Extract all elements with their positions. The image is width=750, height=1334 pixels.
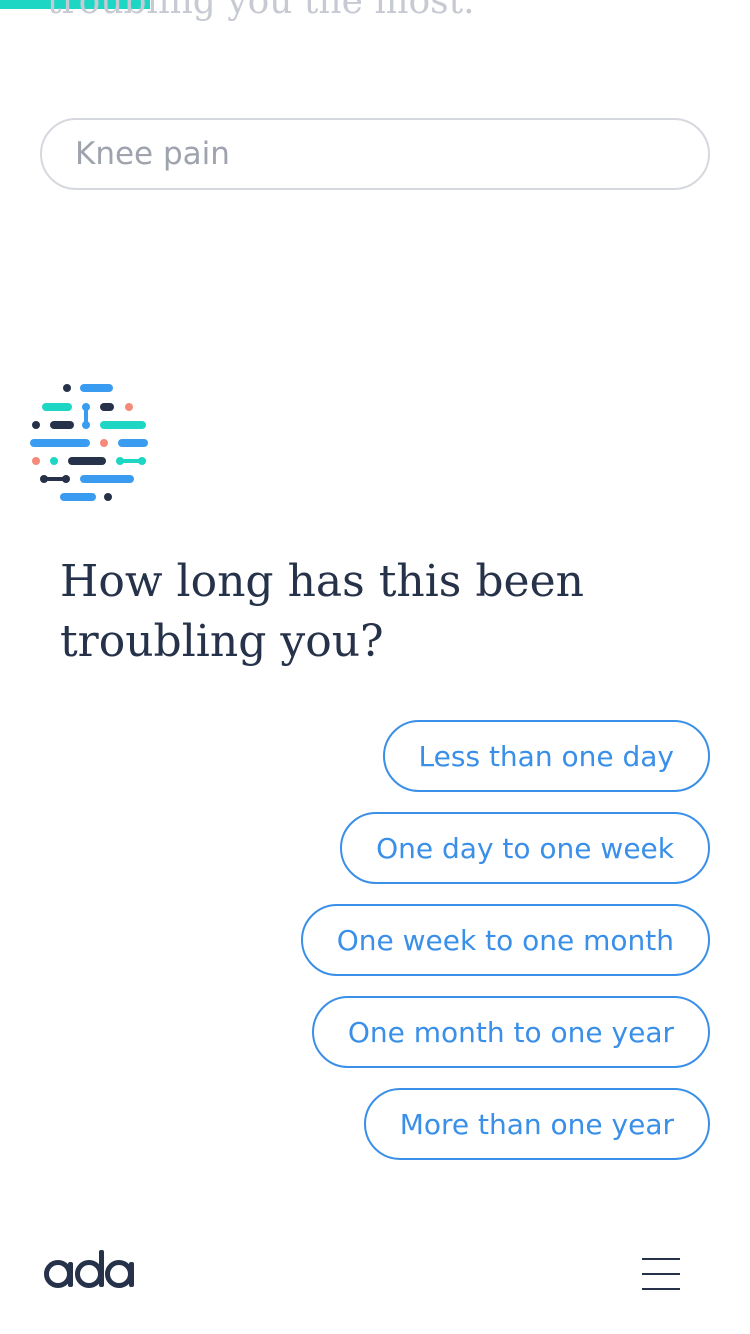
previous-question: troubling you the most. — [47, 0, 475, 22]
ada-logo — [42, 1248, 136, 1292]
previous-answer-bubble: Knee pain — [40, 118, 710, 190]
ada-avatar-icon — [28, 382, 150, 506]
option-less-than-one-day[interactable]: Less than one day — [382, 720, 710, 792]
menu-button[interactable] — [638, 1254, 686, 1294]
option-more-than-one-year[interactable]: More than one year — [363, 1088, 710, 1160]
previous-answer-text: Knee pain — [75, 136, 230, 172]
option-one-week-to-one-month[interactable]: One week to one month — [300, 904, 710, 976]
option-one-day-to-one-week[interactable]: One day to one week — [340, 812, 710, 884]
chat-question: How long has this been troubling you? — [60, 556, 584, 667]
option-one-month-to-one-year[interactable]: One month to one year — [311, 996, 710, 1068]
